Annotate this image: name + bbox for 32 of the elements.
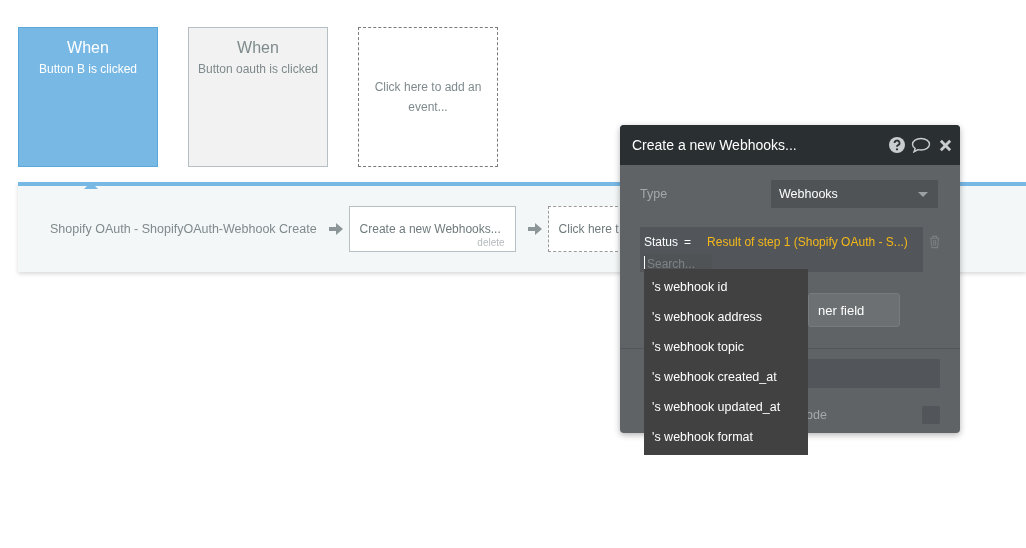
- dynamic-expression[interactable]: Result of step 1 (Shopify OAuth - S...): [707, 235, 908, 249]
- workflow-name: Shopify OAuth - ShopifyOAuth-Webhook Create: [50, 222, 317, 236]
- event-card[interactable]: When Button oauth is clicked: [188, 27, 328, 167]
- field-name: Status: [644, 235, 679, 249]
- add-step-card[interactable]: Click here t: [547, 206, 618, 252]
- step-label: Create a new Webhooks...: [359, 222, 501, 236]
- menu-item[interactable]: 's webhook updated_at: [644, 392, 808, 422]
- event-title: When: [66, 39, 110, 57]
- event-trigger: Button B is clicked: [37, 62, 138, 76]
- event-trigger: Button oauth is clicked: [196, 62, 320, 76]
- arrow-icon: [527, 223, 542, 235]
- comment-icon[interactable]: [911, 137, 931, 153]
- step-label: Click here t: [558, 222, 619, 236]
- type-label: Type: [640, 187, 669, 201]
- close-icon[interactable]: [939, 138, 952, 152]
- type-dropdown[interactable]: Webhooks: [771, 180, 938, 208]
- menu-item[interactable]: 's webhook topic: [644, 332, 808, 362]
- arrow-icon: [328, 223, 343, 235]
- caret-icon: [918, 191, 928, 197]
- action-step[interactable]: Create a new Webhooks... delete: [348, 206, 516, 252]
- add-event-text: Click here to add an event...: [373, 79, 483, 116]
- help-icon[interactable]: [889, 137, 905, 153]
- menu-item[interactable]: 's webhook address: [644, 302, 808, 332]
- input-field[interactable]: [806, 359, 940, 388]
- add-field-button[interactable]: ner field: [808, 293, 900, 327]
- add-event-card[interactable]: Click here to add an event...: [358, 27, 498, 167]
- menu-item[interactable]: 's webhook format: [644, 422, 808, 452]
- equals-sign: =: [684, 235, 692, 249]
- menu-item[interactable]: 's webhook id: [644, 272, 808, 302]
- panel-title: Create a new Webhooks...: [632, 137, 798, 153]
- menu-item[interactable]: 's webhook created_at: [644, 362, 808, 392]
- event-title: When: [236, 39, 280, 57]
